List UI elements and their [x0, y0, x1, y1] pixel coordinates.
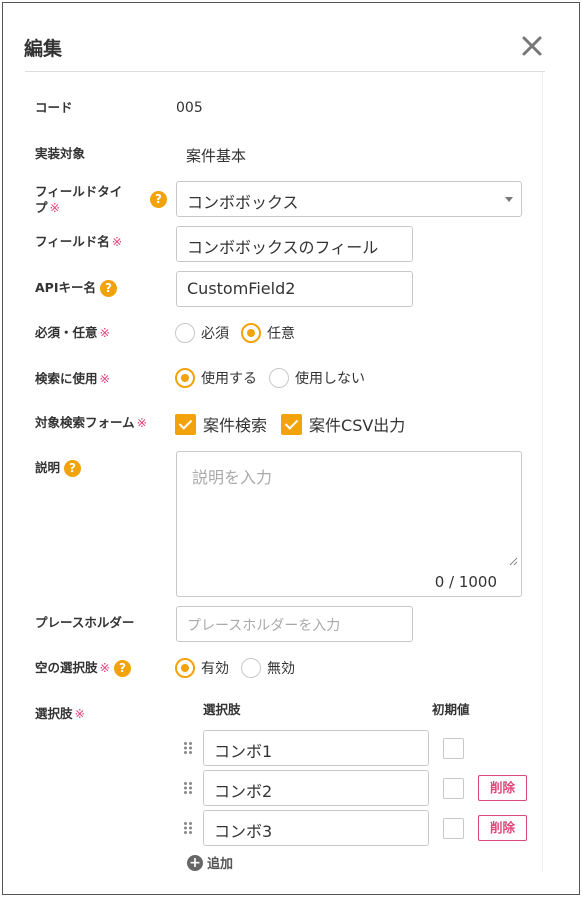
field-type-select[interactable]: コンボボックス — [176, 181, 522, 217]
description-label: 説明? — [35, 460, 82, 477]
api-key-label-text: APIキー名 — [35, 280, 96, 295]
required-mark: ※ — [136, 415, 148, 430]
radio-optional[interactable] — [241, 323, 261, 343]
target-value: 案件基本 — [186, 147, 247, 165]
radio-disabled[interactable] — [241, 658, 261, 678]
choice-input-1[interactable]: コンボ1 — [203, 730, 429, 766]
choice-default-checkbox-3[interactable] — [443, 818, 464, 839]
api-key-input[interactable]: CustomField2 — [176, 271, 413, 307]
required-mark: ※ — [99, 660, 110, 675]
add-choice-label: 追加 — [207, 857, 234, 872]
required-mark: ※ — [111, 234, 123, 249]
field-name-label: フィールド名 ※ — [35, 234, 122, 250]
required-radio-group: 必須 任意 — [175, 323, 307, 343]
default-column-header: 初期値 — [432, 702, 470, 717]
radio-optional-label: 任意 — [267, 326, 295, 342]
field-type-label-line1: フィールドタイ — [35, 184, 123, 199]
placeholder-label: プレースホルダー — [35, 615, 135, 630]
help-icon[interactable]: ? — [100, 280, 117, 297]
radio-enabled-label: 有効 — [201, 661, 229, 677]
field-type-selected: コンボボックス — [187, 193, 299, 212]
search-radio-group: 使用する 使用しない — [175, 368, 377, 388]
radio-required[interactable] — [175, 323, 195, 343]
chevron-down-icon — [505, 197, 513, 202]
required-mark: ※ — [99, 371, 110, 386]
radio-use-label: 使用する — [201, 371, 257, 387]
required-mark: ※ — [74, 706, 85, 721]
search-label-text: 検索に使用 — [35, 371, 98, 386]
radio-not-use-label: 使用しない — [295, 371, 365, 387]
checkbox-case-search[interactable] — [175, 413, 196, 435]
help-icon[interactable]: ? — [150, 191, 167, 208]
radio-disabled-label: 無効 — [267, 661, 295, 677]
code-label: コード — [35, 100, 73, 115]
help-icon[interactable]: ? — [114, 660, 131, 677]
drag-handle-icon[interactable] — [183, 821, 193, 835]
choice-input-3[interactable]: コンボ3 — [203, 810, 429, 846]
radio-not-use[interactable] — [269, 368, 289, 388]
empty-option-label: 空の選択肢 ※? — [35, 660, 131, 677]
field-type-label-line2: プ — [35, 200, 48, 215]
description-textarea[interactable]: 説明を入力 0 / 1000 — [176, 451, 522, 597]
description-placeholder: 説明を入力 — [192, 468, 273, 487]
required-mark: ※ — [49, 200, 60, 215]
drag-handle-icon[interactable] — [183, 781, 193, 795]
delete-choice-button-3[interactable]: 削除 — [478, 815, 527, 841]
plus-circle-icon: + — [187, 854, 203, 871]
drag-handle-icon[interactable] — [183, 741, 193, 755]
help-icon[interactable]: ? — [64, 460, 82, 477]
header-divider — [25, 71, 545, 72]
choices-label: 選択肢 ※ — [35, 706, 85, 722]
required-label: 必須・任意 ※ — [35, 325, 110, 341]
field-type-label: フィールドタイ プ ※ — [35, 184, 122, 216]
field-name-input[interactable]: コンボボックスのフィール — [176, 226, 413, 262]
code-value: 005 — [176, 100, 203, 116]
dialog-title: 編集 — [24, 38, 63, 60]
choices-label-text: 選択肢 — [35, 706, 73, 721]
resize-grip-icon[interactable] — [508, 556, 518, 566]
placeholder-input[interactable]: プレースホルダーを入力 — [176, 606, 413, 642]
add-choice-button[interactable]: + 追加 — [187, 853, 233, 872]
api-key-label: APIキー名? — [35, 280, 117, 297]
radio-required-label: 必須 — [201, 326, 229, 342]
radio-use[interactable] — [175, 368, 195, 388]
choice-default-checkbox-2[interactable] — [443, 778, 464, 799]
radio-enabled[interactable] — [175, 658, 195, 678]
field-name-label-text: フィールド名 — [35, 234, 110, 249]
required-mark: ※ — [99, 325, 110, 340]
empty-option-label-text: 空の選択肢 — [35, 660, 98, 675]
checkbox-case-csv-label: 案件CSV出力 — [309, 416, 406, 435]
target-label: 実装対象 — [35, 146, 86, 161]
scroll-edge — [542, 72, 543, 872]
choices-column-header: 選択肢 — [203, 702, 241, 717]
required-label-text: 必須・任意 — [35, 325, 98, 340]
delete-choice-button-2[interactable]: 削除 — [478, 775, 527, 801]
checkbox-case-search-label: 案件検索 — [203, 416, 268, 435]
checkbox-case-csv[interactable] — [281, 413, 303, 435]
close-icon[interactable] — [520, 34, 544, 58]
search-label: 検索に使用 ※ — [35, 371, 110, 387]
empty-option-radio-group: 有効 無効 — [175, 658, 307, 678]
choice-default-checkbox-1[interactable] — [443, 738, 464, 759]
search-form-label: 対象検索フォーム ※ — [35, 415, 147, 431]
search-form-checks: 案件検索 案件CSV出力 — [175, 412, 419, 436]
choice-input-2[interactable]: コンボ2 — [203, 770, 429, 806]
description-counter: 0 / 1000 — [434, 573, 497, 591]
description-label-text: 説明 — [35, 460, 61, 475]
search-form-label-text: 対象検索フォーム — [35, 415, 135, 430]
